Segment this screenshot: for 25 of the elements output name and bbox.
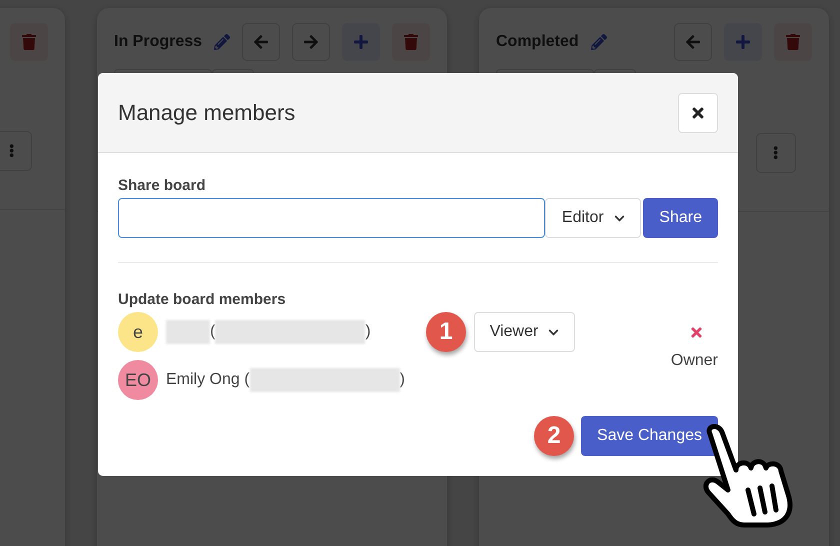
close-icon	[690, 104, 706, 120]
chevron-icon	[548, 326, 560, 338]
member-name: Emily Ong (	[166, 371, 250, 389]
avatar: e	[118, 312, 158, 352]
remove-icon	[689, 324, 704, 340]
member-name: )	[365, 323, 371, 341]
section-heading: Update board members	[118, 291, 287, 308]
member-name: (	[210, 323, 216, 341]
field-label: Share board	[118, 177, 207, 194]
step-badge: 2	[534, 416, 574, 456]
save-button[interactable]: Save Changes	[581, 416, 718, 456]
role-select[interactable]: Viewer	[474, 312, 575, 352]
redaction-block	[166, 320, 210, 344]
column-title: Completed	[496, 33, 579, 51]
close-button[interactable]	[678, 92, 718, 132]
email-input-field[interactable]	[118, 198, 546, 238]
column-title: In Progress	[114, 33, 202, 51]
chevron-icon	[614, 212, 625, 224]
step-badge: 1	[426, 312, 466, 352]
avatar: EO	[118, 360, 158, 400]
role-select[interactable]: Editor	[545, 198, 642, 238]
modal-title: Manage members	[118, 100, 296, 126]
role-label: Owner	[670, 352, 718, 370]
member-name: )	[400, 371, 405, 389]
share-button[interactable]: Share	[643, 198, 718, 238]
